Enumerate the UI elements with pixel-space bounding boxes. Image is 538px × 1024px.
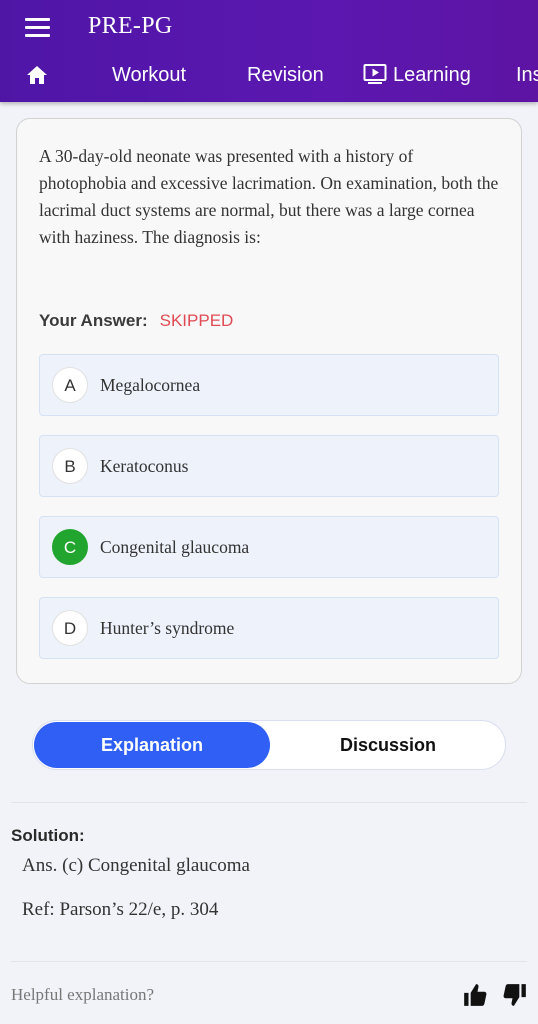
divider (11, 802, 527, 803)
solution-title: Solution: (11, 826, 85, 845)
question-text: A 30-day-old neonate was presented with … (39, 146, 499, 247)
nav-item-workout[interactable]: Workout (112, 52, 186, 100)
option-letter: B (52, 448, 88, 484)
option-text: Congenital glaucoma (100, 537, 250, 557)
explanation-discussion-tabs: Explanation Discussion (32, 720, 506, 770)
divider (11, 961, 527, 962)
nav-item-learning-label: Learning (393, 64, 471, 86)
question-card: A 30-day-old neonate was presented with … (16, 118, 522, 684)
thumbs-down-icon[interactable] (502, 982, 528, 1008)
option-c[interactable]: C Congenital glaucoma (39, 516, 499, 578)
nav-item-revision[interactable]: Revision (247, 52, 324, 100)
nav-item-partial[interactable]: Ins (516, 52, 538, 100)
helpful-prompt: Helpful explanation? (11, 985, 155, 1004)
tab-explanation[interactable]: Explanation (34, 722, 270, 768)
nav-item-learning[interactable]: Learning (363, 52, 471, 100)
tab-discussion[interactable]: Discussion (271, 722, 505, 768)
option-letter-correct: C (52, 529, 88, 565)
option-letter: D (52, 610, 88, 646)
your-answer-label: Your Answer: (39, 311, 148, 330)
top-nav: Workout Revision Learning Ins (0, 52, 538, 100)
option-a[interactable]: A Megalocornea (39, 354, 499, 416)
option-d[interactable]: D Hunter’s syndrome (39, 597, 499, 659)
solution-answer: Ans. (c) Congenital glaucoma (22, 855, 250, 876)
option-letter: A (52, 367, 88, 403)
app-title: PRE-PG (88, 13, 173, 39)
hamburger-menu-icon[interactable] (24, 15, 52, 39)
video-play-icon (363, 63, 387, 84)
option-b[interactable]: B Keratoconus (39, 435, 499, 497)
app-header: PRE-PG Workout Revision Learning Ins (0, 0, 538, 102)
solution-reference: Ref: Parson’s 22/e, p. 304 (22, 899, 219, 920)
thumbs-up-icon[interactable] (462, 982, 488, 1008)
option-text: Keratoconus (100, 456, 189, 476)
home-icon[interactable] (26, 65, 48, 85)
option-text: Hunter’s syndrome (100, 618, 235, 638)
your-answer: Your Answer: SKIPPED (39, 311, 233, 331)
your-answer-status: SKIPPED (159, 311, 234, 330)
option-text: Megalocornea (100, 375, 201, 395)
